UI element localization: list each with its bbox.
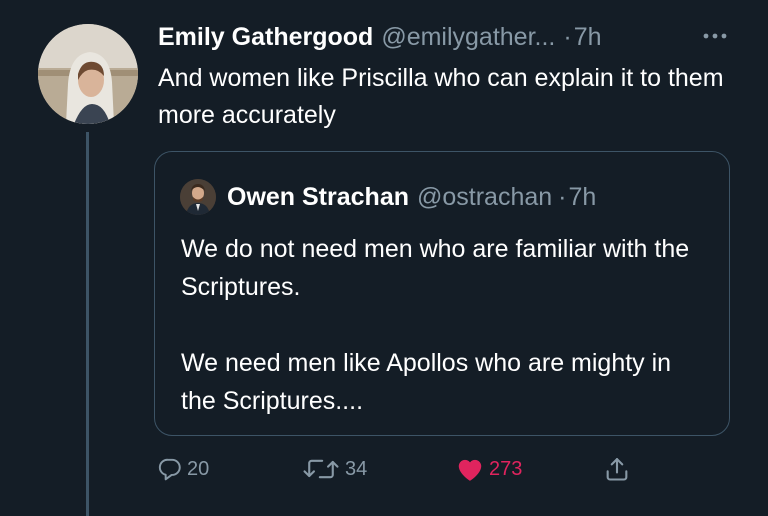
share-button[interactable] [603, 452, 631, 486]
quoted-tweet-header: Owen Strachan @ostrachan · 7h [227, 179, 596, 215]
more-horizontal-icon [703, 33, 727, 39]
reply-bubble-icon [158, 458, 181, 481]
like-button[interactable]: 273 [455, 452, 522, 486]
tweet-text: And women like Priscilla who can explain… [158, 64, 724, 129]
quoted-header-separator: · [558, 182, 567, 211]
tweet-header: Emily Gathergood @emilygather... · 7h [158, 20, 602, 54]
quoted-tweet-card[interactable]: Owen Strachan @ostrachan · 7h We do not … [154, 151, 730, 436]
author-name[interactable]: Emily Gathergood [158, 23, 373, 52]
quoted-author-avatar-image [180, 179, 216, 215]
quoted-tweet-text: We do not need men who are familiar with… [181, 230, 711, 420]
retweet-icon [303, 459, 339, 479]
quoted-author-avatar [180, 179, 216, 215]
header-separator: · [563, 22, 572, 51]
reply-button[interactable]: 20 [157, 452, 209, 486]
author-avatar-image [38, 24, 138, 124]
heart-icon [458, 459, 482, 481]
more-options-button[interactable] [700, 26, 730, 46]
retweet-button[interactable]: 34 [301, 452, 367, 486]
like-count: 273 [489, 457, 523, 480]
author-handle[interactable]: @emilygather... [381, 23, 555, 52]
share-icon [606, 458, 628, 481]
author-avatar[interactable] [38, 24, 138, 124]
thread-line [86, 132, 89, 516]
quoted-tweet-paragraph: We do not need men who are familiar with… [181, 235, 690, 301]
quoted-tweet-paragraph: We need men like Apollos who are mighty … [181, 349, 672, 415]
retweet-count: 34 [345, 457, 368, 480]
quoted-author-name[interactable]: Owen Strachan [227, 183, 409, 212]
tweet-timestamp[interactable]: 7h [574, 23, 602, 52]
quoted-tweet-timestamp: 7h [568, 182, 597, 211]
reply-count: 20 [187, 457, 210, 480]
quoted-author-handle[interactable]: @ostrachan [417, 183, 552, 212]
